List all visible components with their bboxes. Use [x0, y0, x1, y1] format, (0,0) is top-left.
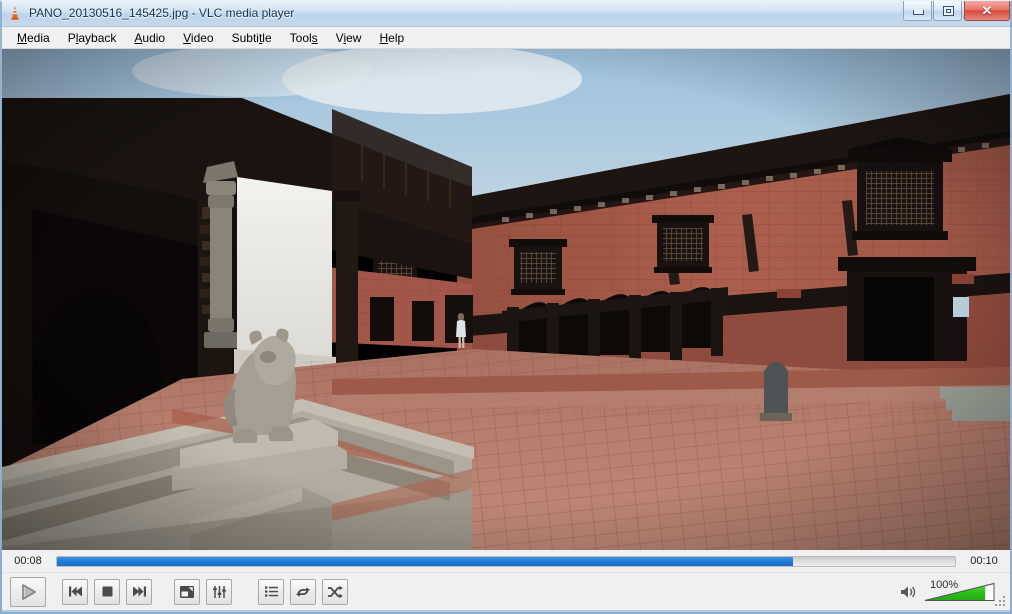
maximize-button[interactable] — [933, 1, 962, 21]
window-controls: ✕ — [902, 1, 1010, 21]
seek-progress-fill — [57, 557, 793, 566]
control-bar: 100% — [2, 572, 1010, 610]
panorama-photo — [2, 49, 1010, 550]
fullscreen-button[interactable] — [174, 579, 200, 605]
total-time: 00:10 — [958, 555, 1010, 567]
play-button[interactable] — [10, 577, 46, 607]
window-title: PANO_20130516_145425.jpg - VLC media pla… — [29, 6, 294, 20]
menu-item-view[interactable]: View — [327, 29, 371, 47]
vlc-window: PANO_20130516_145425.jpg - VLC media pla… — [0, 0, 1012, 614]
resize-grip[interactable] — [994, 595, 1007, 608]
menu-item-playback[interactable]: Playback — [59, 29, 126, 47]
seek-slider[interactable] — [56, 556, 956, 567]
playlist-button[interactable] — [258, 579, 284, 605]
video-display-area[interactable] — [2, 49, 1010, 550]
title-bar[interactable]: PANO_20130516_145425.jpg - VLC media pla… — [0, 0, 1012, 27]
random-button[interactable] — [322, 579, 348, 605]
maximize-icon — [943, 6, 954, 16]
menu-item-tools[interactable]: Tools — [281, 29, 327, 47]
extended-settings-button[interactable] — [206, 579, 232, 605]
volume-slider[interactable] — [924, 582, 996, 602]
minimize-icon — [913, 10, 924, 15]
close-icon: ✕ — [965, 1, 1009, 20]
menu-item-video[interactable]: Video — [174, 29, 222, 47]
seek-bar-row: 00:08 00:10 — [2, 550, 1010, 572]
next-button[interactable] — [126, 579, 152, 605]
volume-control: 100% — [900, 582, 996, 602]
previous-button[interactable] — [62, 579, 88, 605]
elapsed-time: 00:08 — [2, 555, 54, 567]
loop-button[interactable] — [290, 579, 316, 605]
close-button[interactable]: ✕ — [964, 1, 1010, 21]
minimize-button[interactable] — [903, 1, 932, 21]
menu-item-audio[interactable]: Audio — [125, 29, 174, 47]
stop-button[interactable] — [94, 579, 120, 605]
menu-item-media[interactable]: Media — [8, 29, 59, 47]
speaker-icon — [900, 584, 918, 600]
menu-bar: Media Playback Audio Video Subtitle Tool… — [0, 27, 1012, 49]
vlc-cone-icon — [7, 5, 23, 21]
menu-item-subtitle[interactable]: Subtitle — [223, 29, 281, 47]
mute-button[interactable] — [900, 584, 918, 600]
menu-item-help[interactable]: Help — [370, 29, 413, 47]
